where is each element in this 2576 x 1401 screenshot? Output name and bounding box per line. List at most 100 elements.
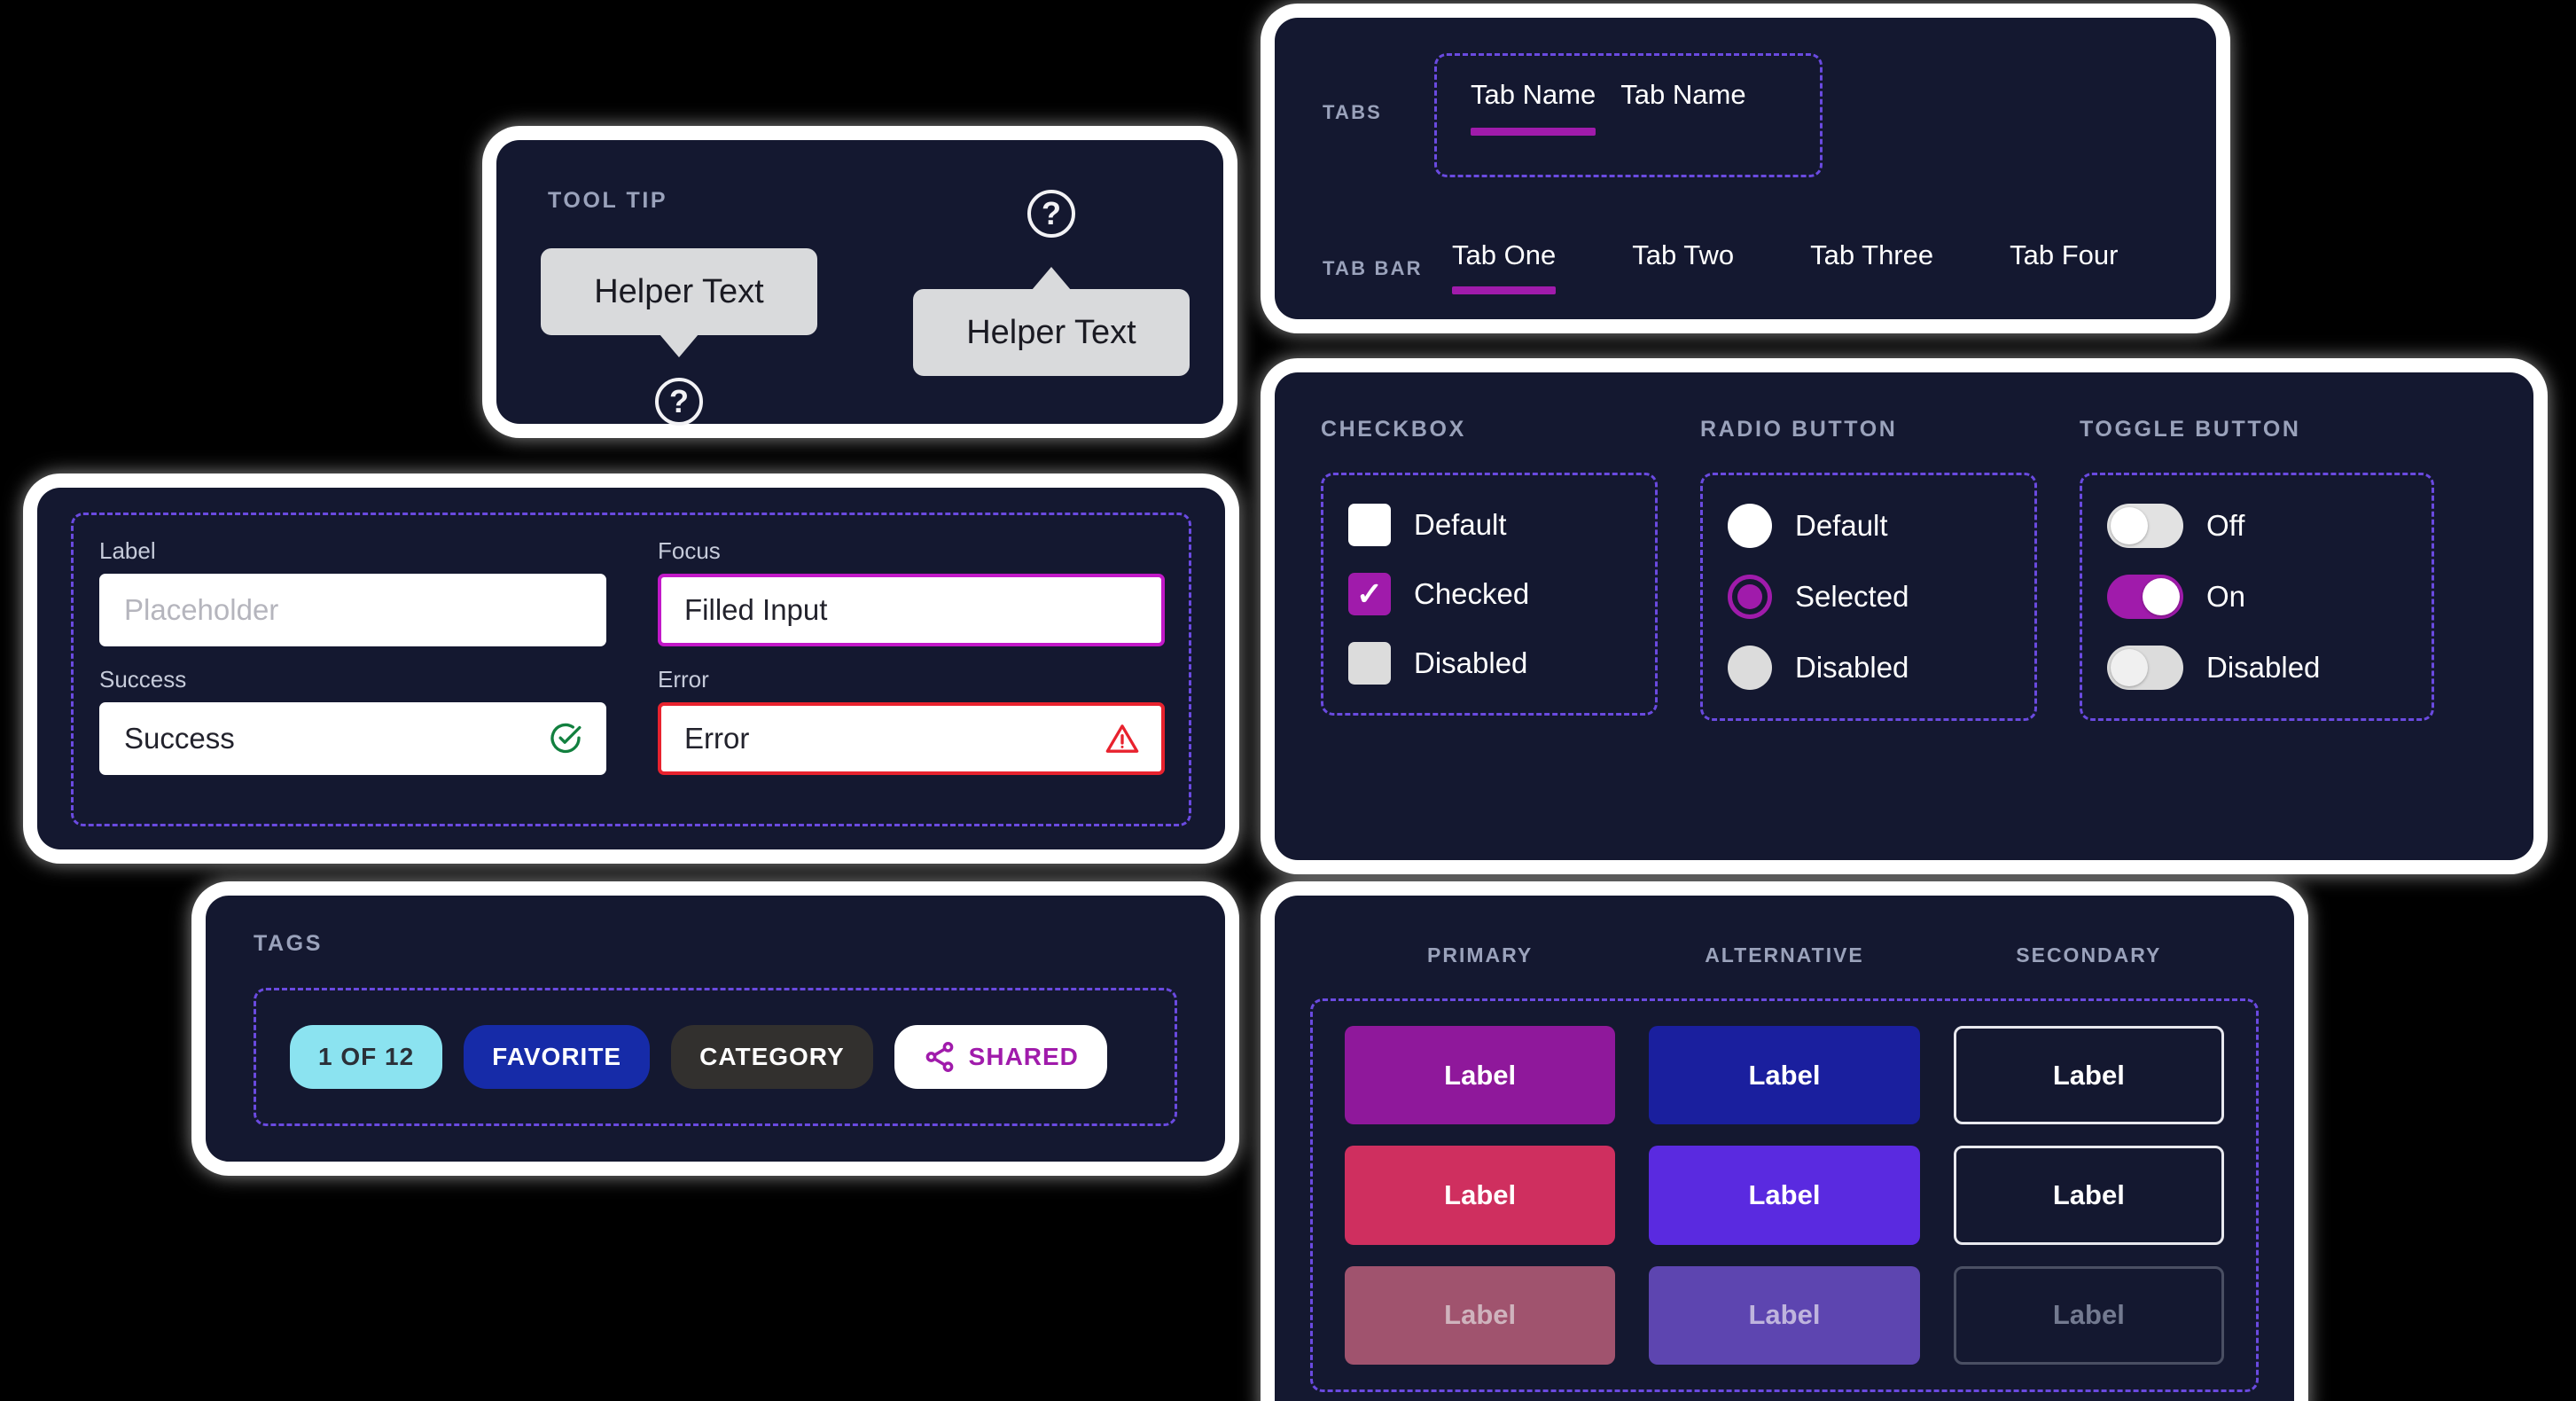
design-system-canvas: TOOL TIP Helper Text ? ? Helper Text TAB… bbox=[0, 0, 2576, 1401]
controls-panel: CHECKBOX Default ✓ Checked Disabled RADI… bbox=[1275, 372, 2533, 860]
tab-tab-name-1[interactable]: Tab Name bbox=[1471, 79, 1596, 136]
checkbox-guide-box: Default ✓ Checked Disabled bbox=[1321, 473, 1658, 716]
checkbox-row-disabled: Disabled bbox=[1348, 642, 1630, 685]
field-label: Label bbox=[99, 537, 156, 564]
tabbar-label: Tab One bbox=[1452, 239, 1557, 270]
radio-guide-box: Default Selected Disabled bbox=[1700, 473, 2037, 721]
button-alternative-disabled: Label bbox=[1649, 1265, 1920, 1365]
checkbox-disabled-icon bbox=[1348, 642, 1391, 685]
button-primary-hover[interactable]: Label bbox=[1345, 1146, 1616, 1245]
tab-active-underline bbox=[1471, 128, 1596, 136]
radio-row-selected[interactable]: Selected bbox=[1728, 575, 2010, 619]
form-grid: Label Placeholder Focus Filled Input Suc… bbox=[99, 537, 1165, 775]
buttons-grid: Label Label Label Label Label Label Labe… bbox=[1313, 1001, 2256, 1389]
text-input-panel: Label Placeholder Focus Filled Input Suc… bbox=[37, 488, 1225, 849]
field-group-focus: Focus Filled Input bbox=[658, 537, 1165, 646]
field-label: Error bbox=[658, 666, 709, 693]
toggle-knob bbox=[2143, 578, 2180, 615]
toggle-heading: TOGGLE BUTTON bbox=[2080, 417, 2301, 442]
buttons-guide-box: Label Label Label Label Label Label Labe… bbox=[1310, 998, 2259, 1392]
field-label: Focus bbox=[658, 537, 721, 564]
buttons-heading-primary: PRIMARY bbox=[1427, 943, 1534, 967]
radio-row-disabled: Disabled bbox=[1728, 646, 2010, 690]
radio-heading: RADIO BUTTON bbox=[1700, 417, 1898, 442]
radio-label: Default bbox=[1795, 509, 1888, 542]
buttons-heading-secondary: SECONDARY bbox=[2016, 943, 2162, 967]
button-secondary-disabled: Label bbox=[1953, 1265, 2224, 1365]
question-mark-glyph: ? bbox=[669, 383, 689, 419]
tooltip-bubble-arrow-up: Helper Text bbox=[913, 267, 1190, 376]
question-mark-circle-icon[interactable]: ? bbox=[655, 378, 703, 426]
tabs-panel: TABS Tab Name Tab Name TAB BAR Tab One T… bbox=[1275, 18, 2216, 319]
tooltip-panel: TOOL TIP Helper Text ? ? Helper Text bbox=[496, 140, 1223, 426]
radio-disabled-icon bbox=[1728, 646, 1772, 690]
tag-favorite[interactable]: FAVORITE bbox=[464, 1025, 651, 1089]
tags-panel: TAGS 1 OF 12 FAVORITE CATEGORY SHARED bbox=[206, 896, 1225, 1162]
button-secondary-default[interactable]: Label bbox=[1953, 1026, 2224, 1125]
question-mark-circle-icon[interactable]: ? bbox=[1027, 190, 1075, 238]
buttons-heading-alternative: ALTERNATIVE bbox=[1705, 943, 1864, 967]
placeholder-input[interactable]: Placeholder bbox=[99, 574, 606, 646]
field-group-success: Success Success bbox=[99, 666, 606, 775]
tags-guide-box: 1 OF 12 FAVORITE CATEGORY SHARED bbox=[254, 988, 1177, 1126]
toggle-row-disabled: Disabled bbox=[2107, 646, 2407, 690]
radio-label: Selected bbox=[1795, 580, 1909, 613]
warning-triangle-icon bbox=[1105, 721, 1140, 756]
button-secondary-hover[interactable]: Label bbox=[1953, 1146, 2224, 1245]
radio-label: Disabled bbox=[1795, 651, 1909, 684]
toggle-off-switch[interactable] bbox=[2107, 504, 2183, 548]
toggle-on-switch[interactable] bbox=[2107, 575, 2183, 619]
checkbox-row-default[interactable]: Default bbox=[1348, 504, 1630, 546]
button-alternative-hover[interactable]: Label bbox=[1649, 1146, 1920, 1245]
tabbar-item-tab-four[interactable]: Tab Four bbox=[2010, 239, 2118, 294]
radio-unselected-icon[interactable] bbox=[1728, 504, 1772, 548]
tabbar-label: Tab Three bbox=[1810, 239, 1934, 270]
tabbar-item-tab-three[interactable]: Tab Three bbox=[1810, 239, 1933, 294]
radio-column: RADIO BUTTON Default Selected Disabled bbox=[1700, 417, 2037, 721]
toggle-knob bbox=[2111, 649, 2148, 686]
tag-count[interactable]: 1 OF 12 bbox=[290, 1025, 443, 1089]
tabbar-item-tab-two[interactable]: Tab Two bbox=[1632, 239, 1734, 294]
checkbox-label: Checked bbox=[1414, 577, 1530, 610]
tabbar-section-label: TAB BAR bbox=[1323, 257, 1423, 279]
focused-input[interactable]: Filled Input bbox=[658, 574, 1165, 646]
toggle-label: Disabled bbox=[2206, 651, 2321, 684]
toggle-row-on[interactable]: On bbox=[2107, 575, 2407, 619]
check-mark-icon: ✓ bbox=[1355, 575, 1384, 612]
buttons-headings: PRIMARY ALTERNATIVE SECONDARY bbox=[1275, 943, 2294, 967]
toggle-column: TOGGLE BUTTON Off On Disabled bbox=[2080, 417, 2434, 721]
toggle-label: Off bbox=[2206, 509, 2245, 542]
field-label: Success bbox=[99, 666, 187, 693]
tag-category[interactable]: CATEGORY bbox=[671, 1025, 873, 1089]
check-circle-icon bbox=[548, 721, 583, 756]
error-input[interactable]: Error bbox=[658, 702, 1165, 775]
tab-tab-name-2[interactable]: Tab Name bbox=[1620, 79, 1745, 136]
checkbox-row-checked[interactable]: ✓ Checked bbox=[1348, 573, 1630, 615]
tab-bar: Tab One Tab Two Tab Three Tab Four bbox=[1452, 239, 2118, 294]
checkbox-unchecked-icon[interactable] bbox=[1348, 504, 1391, 546]
checkbox-label: Default bbox=[1414, 508, 1507, 541]
radio-selected-icon[interactable] bbox=[1728, 575, 1772, 619]
tabbar-label: Tab Two bbox=[1632, 239, 1735, 270]
toggle-label: On bbox=[2206, 580, 2246, 613]
button-alternative-default[interactable]: Label bbox=[1649, 1026, 1920, 1125]
field-group-error: Error Error bbox=[658, 666, 1165, 775]
checkbox-checked-icon[interactable]: ✓ bbox=[1348, 573, 1391, 615]
button-primary-default[interactable]: Label bbox=[1345, 1026, 1616, 1125]
tooltip-bubble-left-text: Helper Text bbox=[594, 272, 764, 310]
tags-row: 1 OF 12 FAVORITE CATEGORY SHARED bbox=[256, 990, 1175, 1123]
toggle-guide-box: Off On Disabled bbox=[2080, 473, 2434, 721]
toggle-row-off[interactable]: Off bbox=[2107, 504, 2407, 548]
tag-shared[interactable]: SHARED bbox=[894, 1025, 1107, 1089]
share-nodes-icon bbox=[923, 1040, 956, 1074]
tooltip-bubble-arrow-down: Helper Text bbox=[541, 248, 817, 357]
tag-label: FAVORITE bbox=[492, 1043, 622, 1070]
checkbox-column: CHECKBOX Default ✓ Checked Disabled bbox=[1321, 417, 1658, 716]
radio-row-default[interactable]: Default bbox=[1728, 504, 2010, 548]
success-input[interactable]: Success bbox=[99, 702, 606, 775]
question-mark-glyph: ? bbox=[1042, 195, 1061, 231]
radio-inner-dot bbox=[1737, 584, 1762, 609]
tabbar-item-tab-one[interactable]: Tab One bbox=[1452, 239, 1557, 294]
tag-label: 1 OF 12 bbox=[318, 1043, 415, 1070]
tooltip-panel-title: TOOL TIP bbox=[548, 188, 668, 213]
